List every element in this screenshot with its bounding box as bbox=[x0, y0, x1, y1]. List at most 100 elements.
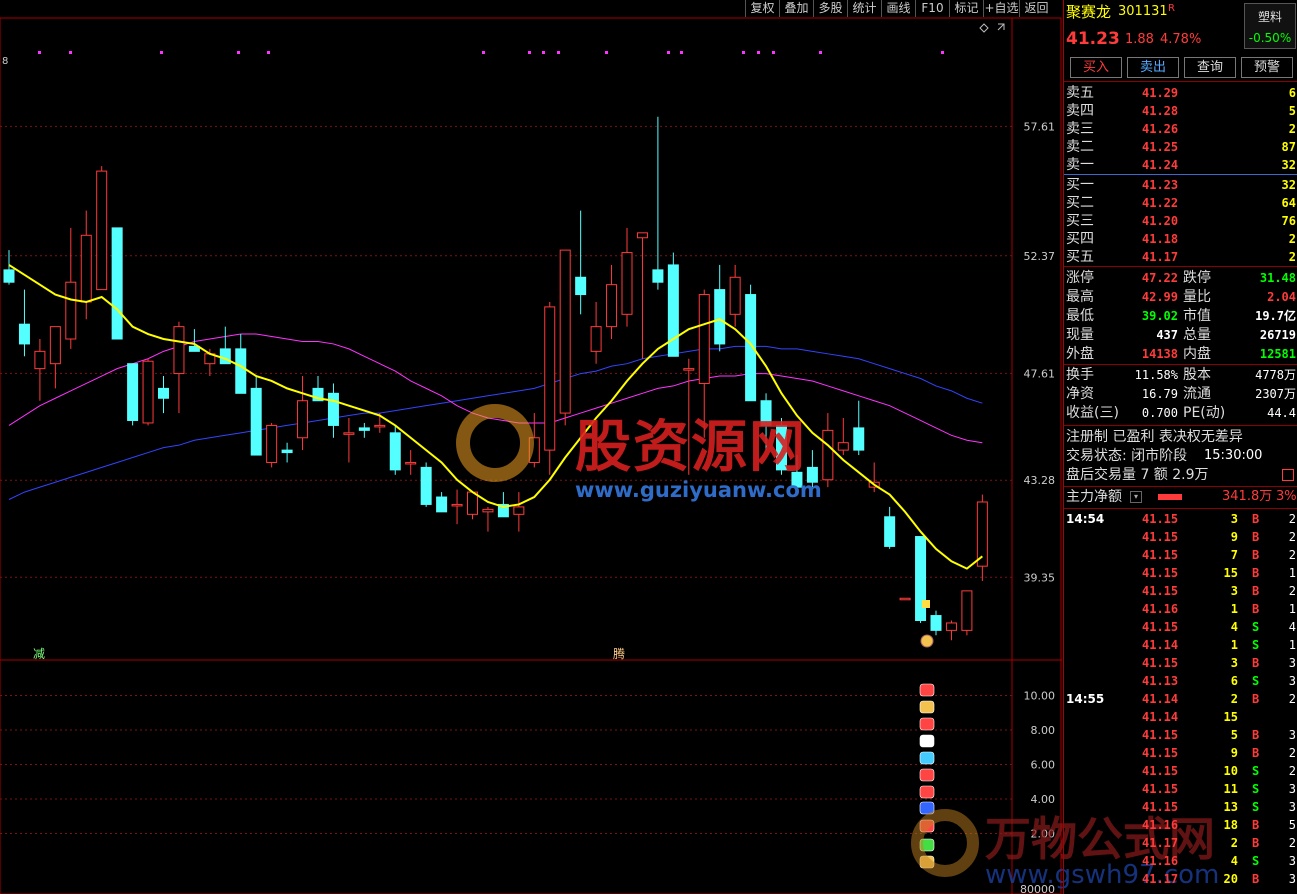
candle-body[interactable] bbox=[698, 294, 710, 384]
candle-body[interactable] bbox=[3, 269, 15, 283]
tick-side: B bbox=[1252, 836, 1260, 850]
candle-body[interactable] bbox=[142, 360, 154, 424]
candle-body[interactable] bbox=[636, 232, 648, 239]
tick-row: 41.15 9 B 2 bbox=[1064, 744, 1297, 762]
tick-count: 2 bbox=[1288, 548, 1296, 562]
sell-level[interactable]: 卖四 41.28 5 bbox=[1064, 102, 1297, 120]
buy-level[interactable]: 买五 41.17 2 bbox=[1064, 248, 1297, 266]
candle-body[interactable] bbox=[451, 503, 463, 507]
buy-button[interactable]: 买入 bbox=[1070, 57, 1122, 78]
candle-body[interactable] bbox=[606, 284, 618, 328]
tick-count: 5 bbox=[1288, 818, 1296, 832]
candle-body[interactable] bbox=[899, 597, 911, 601]
tick-volume: 2 bbox=[1230, 836, 1238, 850]
tick-side: S bbox=[1252, 800, 1260, 814]
signal-icon bbox=[919, 700, 935, 714]
candle-body[interactable] bbox=[513, 506, 525, 515]
candle-body[interactable] bbox=[436, 496, 448, 513]
candle-body[interactable] bbox=[930, 615, 942, 631]
divider bbox=[1064, 486, 1297, 487]
sell-level[interactable]: 卖三 41.26 2 bbox=[1064, 120, 1297, 138]
tick-price: 41.15 bbox=[1142, 746, 1179, 760]
candle-body[interactable] bbox=[822, 429, 834, 481]
tick-count: 2 bbox=[1288, 836, 1296, 850]
sell-level[interactable]: 卖五 41.29 6 bbox=[1064, 84, 1297, 102]
candle-body[interactable] bbox=[420, 466, 432, 505]
candle-body[interactable] bbox=[389, 432, 401, 471]
tick-row: 41.15 3 B 3 bbox=[1064, 654, 1297, 672]
candle-body[interactable] bbox=[667, 264, 679, 357]
candle-body[interactable] bbox=[714, 289, 726, 345]
sell-button[interactable]: 卖出 bbox=[1127, 57, 1179, 78]
candle-body[interactable] bbox=[729, 276, 741, 315]
candle-body[interactable] bbox=[65, 281, 77, 340]
query-button[interactable]: 查询 bbox=[1184, 57, 1236, 78]
candle-body[interactable] bbox=[559, 249, 571, 414]
tick-side: B bbox=[1252, 584, 1260, 598]
tick-row: 14:54 41.15 3 B 2 bbox=[1064, 510, 1297, 528]
candle-body[interactable] bbox=[173, 326, 185, 375]
level-price: 41.23 bbox=[1142, 178, 1179, 192]
candle-body[interactable] bbox=[652, 269, 664, 283]
stat-row: 最低 39.02 市值 19.7亿 bbox=[1064, 307, 1297, 325]
sell-level[interactable]: 卖一 41.24 32 bbox=[1064, 156, 1297, 174]
candle-body[interactable] bbox=[621, 252, 633, 315]
candle-body[interactable] bbox=[590, 326, 602, 352]
buy-level[interactable]: 买四 41.18 2 bbox=[1064, 230, 1297, 248]
alert-button[interactable]: 预警 bbox=[1241, 57, 1293, 78]
sub-tick-label: 10.00 bbox=[1024, 690, 1056, 703]
candle-body[interactable] bbox=[127, 363, 139, 421]
stat-row: 涨停 47.22 跌停 31.48 bbox=[1064, 269, 1297, 287]
candle-body[interactable] bbox=[945, 622, 957, 631]
info-trade-status: 交易状态: 闭市阶段 15:30:00 bbox=[1064, 447, 1297, 465]
candle-body[interactable] bbox=[544, 306, 556, 451]
candle-body[interactable] bbox=[49, 326, 61, 365]
tick-volume: 4 bbox=[1230, 854, 1238, 868]
candle-body[interactable] bbox=[96, 170, 108, 291]
candle-body[interactable] bbox=[80, 234, 92, 303]
main-flow-dropdown-icon[interactable]: ▾ bbox=[1130, 491, 1142, 503]
candle-body[interactable] bbox=[235, 348, 247, 394]
candle-body[interactable] bbox=[111, 227, 123, 340]
candle-body[interactable] bbox=[266, 424, 278, 463]
watermark-logo-1 bbox=[456, 404, 534, 482]
candle-body[interactable] bbox=[837, 442, 849, 451]
candle-body[interactable] bbox=[358, 427, 370, 431]
candle-body[interactable] bbox=[575, 276, 587, 296]
candle-body[interactable] bbox=[18, 323, 30, 345]
tick-price: 41.15 bbox=[1142, 656, 1179, 670]
kline-chart[interactable]: 57.6152.3747.6143.2839.3510.008.006.004.… bbox=[0, 0, 1062, 894]
candle-body[interactable] bbox=[482, 508, 494, 513]
candle-body[interactable] bbox=[884, 516, 896, 547]
level-volume: 64 bbox=[1281, 196, 1296, 210]
candle-body[interactable] bbox=[34, 350, 46, 370]
level-volume: 76 bbox=[1281, 214, 1296, 228]
candle-body[interactable] bbox=[343, 432, 355, 435]
candle-body[interactable] bbox=[374, 424, 386, 428]
buy-level[interactable]: 买一 41.23 32 bbox=[1064, 176, 1297, 194]
signal-dot bbox=[941, 51, 944, 54]
tick-row: 41.13 6 S 3 bbox=[1064, 672, 1297, 690]
quote-panel: 聚赛龙 301131 R 塑料 -0.50% 41.23 1.88 4.78% … bbox=[1063, 0, 1297, 894]
stat-row: 现量 437 总量 26719 bbox=[1064, 326, 1297, 344]
info-chart-icon[interactable] bbox=[1282, 469, 1294, 481]
candle-body[interactable] bbox=[961, 590, 973, 631]
candle-body[interactable] bbox=[281, 449, 293, 454]
sell-level[interactable]: 卖二 41.25 87 bbox=[1064, 138, 1297, 156]
candle-body[interactable] bbox=[297, 400, 309, 439]
buy-level[interactable]: 买三 41.20 76 bbox=[1064, 212, 1297, 230]
candle-body[interactable] bbox=[250, 387, 262, 456]
tick-volume: 3 bbox=[1230, 656, 1238, 670]
candle-body[interactable] bbox=[158, 387, 169, 399]
diamond-icon[interactable] bbox=[979, 23, 989, 33]
candle-body[interactable] bbox=[405, 461, 417, 465]
candle-body[interactable] bbox=[327, 392, 339, 426]
tick-volume: 13 bbox=[1223, 800, 1238, 814]
candle-body[interactable] bbox=[853, 427, 865, 451]
candle-body[interactable] bbox=[683, 368, 695, 371]
buy-level[interactable]: 买二 41.22 64 bbox=[1064, 194, 1297, 212]
expand-icon[interactable] bbox=[997, 23, 1005, 31]
level-label: 卖五 bbox=[1066, 85, 1094, 101]
tick-count: 3 bbox=[1288, 854, 1296, 868]
tick-volume: 10 bbox=[1223, 764, 1238, 778]
